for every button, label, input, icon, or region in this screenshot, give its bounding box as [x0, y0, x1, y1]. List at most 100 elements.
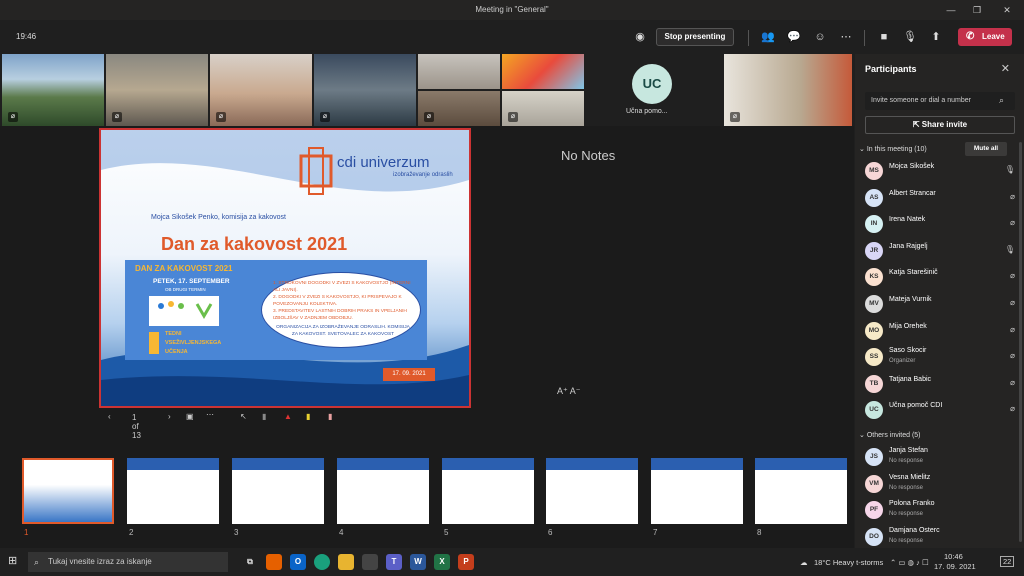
excel-icon[interactable]: X [434, 554, 450, 570]
slide-thumbnail[interactable] [232, 458, 324, 524]
slide-item: 2. DOGODKI V ZVEZI S KAKOVOSTJO, KI PRIS… [273, 295, 402, 307]
more-options-icon[interactable]: ⋯ [836, 28, 856, 46]
participant-row[interactable]: MS Mojca Sikošek 🎙 [865, 160, 1015, 184]
grid-view-icon[interactable]: ▣ [186, 412, 194, 421]
participant-name: Mija Orehek [889, 322, 927, 330]
pointer-icon[interactable]: ↖ [240, 412, 247, 421]
participant-name: Saso Skocir [889, 347, 927, 355]
video-tile[interactable]: ⌀ [210, 54, 312, 126]
avatar: TB [865, 374, 883, 393]
powerpoint-icon[interactable]: P [458, 554, 474, 570]
slide-thumbnail[interactable] [22, 458, 114, 524]
close-window-icon[interactable]: ✕ [994, 0, 1020, 20]
video-tile[interactable] [418, 54, 500, 89]
video-tile[interactable]: ⌀ [314, 54, 416, 126]
phone-icon: ✆ [966, 31, 975, 42]
participant-row[interactable]: TB Tatjana Babic ⌀ [865, 373, 1015, 397]
participants-panel: Participants ✕ Invite someone or dial a … [855, 54, 1024, 548]
prev-slide-icon[interactable]: ‹ [108, 412, 111, 421]
participant-row[interactable]: KS Katja Starešinič ⌀ [865, 266, 1015, 290]
video-tile[interactable]: ⌀ [418, 91, 500, 126]
taskbar-search[interactable]: ⌕ Tukaj vnesite izraz za iskanje [28, 552, 228, 572]
participant-row[interactable]: MV Mateja Vurnik ⌀ [865, 293, 1015, 317]
panel-scrollbar[interactable] [1019, 142, 1022, 542]
eye-icon[interactable]: ◉ [630, 28, 650, 46]
participant-row[interactable]: UC Učna pomoč CDI ⌀ [865, 399, 1015, 423]
file-explorer-icon[interactable] [338, 554, 354, 570]
maximize-icon[interactable]: ❐ [964, 0, 990, 20]
mute-all-button[interactable]: Mute all [965, 142, 1007, 156]
share-icon: ⇱ [912, 120, 922, 129]
tvu-logo [149, 332, 159, 354]
avatar: UC [632, 64, 672, 104]
participants-icon[interactable]: 👥 [758, 28, 778, 46]
slide-thumbnail[interactable] [755, 458, 847, 524]
video-gallery: ⌀ ⌀ ⌀ ⌀ ⌀ ⌀ UC Učna pomo... ⌀ [0, 54, 854, 126]
avatar: DO [865, 527, 883, 546]
slide-thumbnail[interactable] [546, 458, 638, 524]
minimize-icon[interactable]: — [938, 0, 964, 20]
slide-thumbnail[interactable] [442, 458, 534, 524]
edge-icon[interactable] [314, 554, 330, 570]
pen-red-icon[interactable]: ▲ [284, 412, 292, 421]
slide-thumbnail[interactable] [651, 458, 743, 524]
windows-start-icon[interactable]: ⊞ [8, 554, 17, 567]
chat-icon[interactable]: 💬 [784, 28, 804, 46]
video-tile[interactable]: ⌀ [724, 54, 852, 126]
eraser-icon[interactable]: ▮ [262, 412, 266, 421]
participant-row[interactable]: DO Damjana Osterc No response [865, 526, 1015, 550]
app-icon[interactable] [362, 554, 378, 570]
box-date: PETEK, 17. SEPTEMBER [153, 278, 230, 285]
page-indicator: 1 of 13 [132, 413, 141, 440]
participant-row[interactable]: AS Albert Strancar ⌀ [865, 187, 1015, 211]
divider [748, 30, 749, 46]
outlook-icon[interactable]: O [290, 554, 306, 570]
word-icon[interactable]: W [410, 554, 426, 570]
participant-row[interactable]: IN Irena Natek ⌀ [865, 213, 1015, 237]
more-icon[interactable]: ⋯ [206, 410, 214, 419]
participant-row[interactable]: PF Polona Franko No response [865, 499, 1015, 523]
mic-off-icon: ⌀ [320, 112, 330, 122]
share-screen-icon[interactable]: ⬆ [926, 28, 946, 46]
invite-input[interactable]: Invite someone or dial a number [865, 92, 1015, 110]
participant-name: Irena Natek [889, 216, 926, 224]
video-tile[interactable] [502, 54, 584, 89]
task-view-icon[interactable]: ⧉ [242, 554, 258, 570]
mic-off-icon: ⌀ [112, 112, 122, 122]
share-invite-button[interactable]: ⇱ Share invite [865, 116, 1015, 134]
video-tile[interactable]: ⌀ [2, 54, 104, 126]
mic-off-icon: ⌀ [730, 112, 740, 122]
system-tray-icons[interactable]: ⌃ ▭ ◍ ♪ ☐ [890, 558, 929, 567]
camera-icon[interactable]: ■ [874, 28, 894, 46]
video-tile-avatar[interactable]: UC Učna pomo... [588, 54, 716, 126]
reactions-icon[interactable]: ☺ [810, 28, 830, 46]
notification-badge[interactable]: 22 [1000, 556, 1015, 567]
video-tile[interactable]: ⌀ [106, 54, 208, 126]
pen-pink-icon[interactable]: ▮ [328, 412, 332, 421]
highlighter-icon[interactable]: ▮ [306, 412, 310, 421]
stop-presenting-button[interactable]: Stop presenting [656, 28, 734, 46]
weather-text[interactable]: 18°C Heavy t-storms [814, 558, 883, 567]
slide-thumbnail[interactable] [127, 458, 219, 524]
participant-status: Organizer [889, 358, 916, 365]
participant-row[interactable]: JS Janja Stefan No response [865, 446, 1015, 470]
participant-row[interactable]: MO Mija Orehek ⌀ [865, 320, 1015, 344]
participant-row[interactable]: VM Vesna Mielitz No response [865, 473, 1015, 497]
firefox-icon[interactable] [266, 554, 282, 570]
video-tile[interactable]: ⌀ [502, 91, 584, 126]
teams-icon[interactable]: T [386, 554, 402, 570]
microphone-icon[interactable]: 🎙 [900, 28, 920, 46]
mic-off-icon: ⌀ [216, 112, 226, 122]
font-size-controls[interactable]: A⁺ A⁻ [557, 386, 581, 397]
participant-row[interactable]: SS Saso Skocir Organizer ⌀ [865, 346, 1015, 370]
participant-row[interactable]: JR Jana Rajgelj 🎙 [865, 240, 1015, 264]
thumbnail-number: 7 [653, 528, 658, 537]
close-icon[interactable]: ✕ [1001, 62, 1010, 75]
slide-thumbnail[interactable] [337, 458, 429, 524]
in-meeting-section[interactable]: ⌄ In this meeting (10) [859, 145, 927, 153]
others-invited-section[interactable]: ⌄ Others invited (5) [859, 431, 921, 439]
leave-button[interactable]: ✆ Leave [958, 28, 1012, 46]
participant-name: Mateja Vurnik [889, 296, 932, 303]
participant-name: Učna pomo... [626, 108, 668, 115]
next-slide-icon[interactable]: › [168, 412, 171, 421]
